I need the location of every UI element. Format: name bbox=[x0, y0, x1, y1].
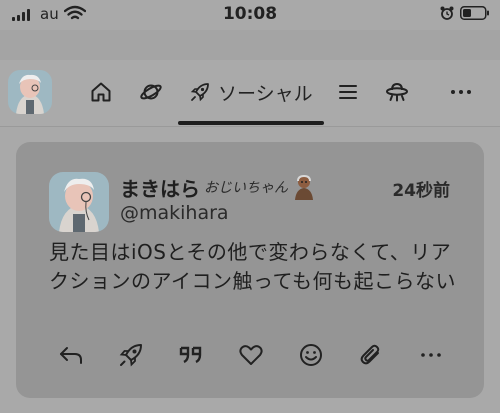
active-tab-indicator bbox=[178, 121, 324, 125]
rocket-icon bbox=[190, 83, 209, 102]
heart-icon[interactable] bbox=[238, 342, 264, 368]
list-icon[interactable] bbox=[336, 80, 360, 104]
status-bar: au 10:08 bbox=[0, 0, 500, 30]
post-author: まきはら おじいちゃん bbox=[120, 172, 316, 202]
alarm-icon bbox=[440, 6, 454, 20]
more-actions-icon[interactable] bbox=[418, 342, 444, 368]
home-icon[interactable] bbox=[89, 80, 113, 104]
ufo-icon[interactable] bbox=[385, 80, 409, 104]
reply-icon[interactable] bbox=[58, 342, 84, 368]
account-avatar[interactable] bbox=[8, 70, 52, 114]
header-spacer bbox=[0, 30, 500, 60]
post-actions bbox=[56, 340, 456, 370]
battery-icon bbox=[460, 6, 489, 20]
reaction-smile-icon[interactable] bbox=[298, 342, 324, 368]
quote-icon[interactable] bbox=[178, 342, 204, 368]
display-name[interactable]: まきはら bbox=[120, 173, 200, 202]
top-nav: ソーシャル bbox=[0, 60, 500, 126]
post-timestamp[interactable]: 24秒前 bbox=[392, 176, 450, 201]
clip-icon[interactable] bbox=[358, 342, 384, 368]
tab-social-label: ソーシャル bbox=[218, 82, 313, 105]
status-time: 10:08 bbox=[222, 4, 278, 24]
post-text: 見た目はiOSとその他で変わらなくて、リアクションのアイコン触っても何も起こらな… bbox=[49, 240, 456, 293]
nav-divider bbox=[0, 126, 500, 127]
tab-social[interactable]: ソーシャル bbox=[190, 78, 313, 106]
globe-icon[interactable] bbox=[139, 80, 163, 104]
post-card[interactable]: まきはら おじいちゃん 24秒前 @makihara 見た目はiOSとその他で変… bbox=[16, 142, 484, 398]
post-handle[interactable]: @makihara bbox=[120, 202, 229, 224]
display-name-suffix: おじいちゃん bbox=[204, 180, 288, 196]
post-avatar[interactable] bbox=[49, 172, 109, 232]
more-icon[interactable] bbox=[449, 80, 473, 104]
renote-rocket-icon[interactable] bbox=[118, 342, 144, 368]
old-man-emoji-icon bbox=[295, 174, 313, 200]
